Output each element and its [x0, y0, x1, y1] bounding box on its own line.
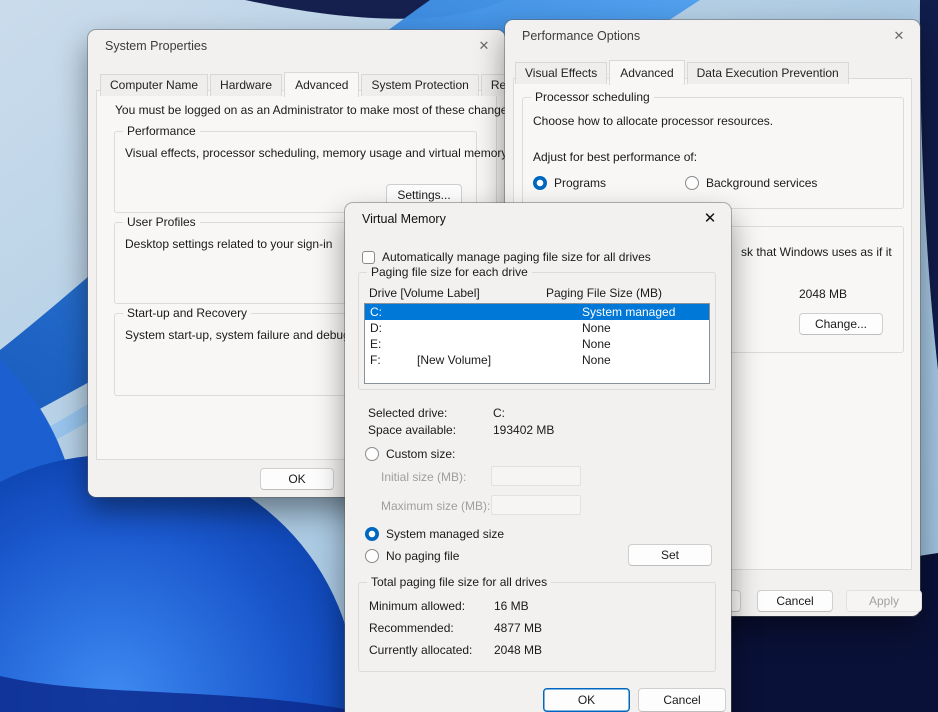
- space-available-value: 193402 MB: [493, 423, 554, 437]
- initial-size-label: Initial size (MB):: [381, 470, 466, 484]
- tab-visual-effects[interactable]: Visual Effects: [515, 62, 607, 84]
- radio-unselected-icon: [365, 549, 379, 563]
- system-managed-label: System managed size: [386, 527, 504, 541]
- checkbox-unchecked-icon: [362, 251, 375, 264]
- drive-size: None: [582, 336, 611, 352]
- column-header-size: Paging File Size (MB): [546, 286, 662, 300]
- drive-letter: C:: [370, 304, 382, 320]
- no-paging-file-radio[interactable]: No paging file: [365, 549, 459, 563]
- user-profiles-description: Desktop settings related to your sign-in: [125, 237, 332, 251]
- close-icon[interactable]: ✕: [475, 37, 493, 55]
- system-properties-titlebar[interactable]: System Properties ✕: [88, 30, 505, 64]
- virtual-memory-dialog: Virtual Memory ✕ Automatically manage pa…: [345, 203, 731, 712]
- maximum-size-label: Maximum size (MB):: [381, 499, 490, 513]
- drive-row-e[interactable]: E: None: [365, 336, 709, 352]
- radio-selected-icon: [533, 176, 547, 190]
- programs-radio[interactable]: Programs: [533, 176, 606, 190]
- tab-system-protection[interactable]: System Protection: [361, 74, 478, 96]
- cancel-button[interactable]: Cancel: [638, 688, 726, 712]
- virtual-memory-titlebar[interactable]: Virtual Memory ✕: [345, 203, 731, 237]
- space-available-label: Space available:: [368, 423, 456, 437]
- performance-group-label: Performance: [123, 124, 200, 138]
- cancel-button[interactable]: Cancel: [757, 590, 833, 612]
- recommended-label: Recommended:: [369, 621, 454, 635]
- tab-advanced[interactable]: Advanced: [284, 72, 359, 97]
- currently-allocated-label: Currently allocated:: [369, 643, 472, 657]
- radio-unselected-icon: [685, 176, 699, 190]
- virtual-memory-description-fragment: sk that Windows uses as if it: [741, 245, 892, 259]
- auto-manage-checkbox[interactable]: Automatically manage paging file size fo…: [362, 250, 651, 264]
- radio-unselected-icon: [365, 447, 379, 461]
- total-paging-group: Total paging file size for all drives Mi…: [358, 582, 716, 672]
- processor-scheduling-label: Processor scheduling: [531, 90, 654, 104]
- selected-drive-value: C:: [493, 406, 505, 420]
- system-properties-tabs: Computer Name Hardware Advanced System P…: [100, 70, 545, 95]
- custom-size-label: Custom size:: [386, 447, 455, 461]
- processor-scheduling-description: Choose how to allocate processor resourc…: [533, 114, 773, 128]
- drive-size: None: [582, 352, 611, 368]
- custom-size-radio[interactable]: Custom size:: [365, 447, 455, 461]
- adjust-performance-label: Adjust for best performance of:: [533, 150, 697, 164]
- minimum-allowed-value: 16 MB: [494, 599, 529, 613]
- desktop: System Properties ✕ Computer Name Hardwa…: [0, 0, 938, 712]
- tab-hardware[interactable]: Hardware: [210, 74, 282, 96]
- set-button[interactable]: Set: [628, 544, 712, 566]
- drive-size: None: [582, 320, 611, 336]
- paging-file-total-value: 2048 MB: [799, 287, 847, 301]
- ok-button[interactable]: OK: [260, 468, 334, 490]
- startup-recovery-group-label: Start-up and Recovery: [123, 306, 251, 320]
- startup-recovery-description: System start-up, system failure and debu…: [125, 328, 372, 342]
- close-icon[interactable]: ✕: [890, 27, 908, 45]
- window-title: Performance Options: [522, 29, 640, 43]
- drive-letter: F:: [370, 352, 381, 368]
- paging-file-group: Paging file size for each drive Drive [V…: [358, 272, 716, 390]
- drive-row-d[interactable]: D: None: [365, 320, 709, 336]
- currently-allocated-value: 2048 MB: [494, 643, 542, 657]
- window-title: Virtual Memory: [362, 212, 446, 226]
- user-profiles-group-label: User Profiles: [123, 215, 200, 229]
- maximum-size-input: [491, 495, 581, 515]
- column-header-drive: Drive [Volume Label]: [369, 286, 480, 300]
- drive-letter: D:: [370, 320, 382, 336]
- admin-note: You must be logged on as an Administrato…: [115, 103, 517, 117]
- auto-manage-label: Automatically manage paging file size fo…: [382, 250, 651, 264]
- programs-radio-label: Programs: [554, 176, 606, 190]
- performance-group: Performance Visual effects, processor sc…: [114, 131, 477, 213]
- minimum-allowed-label: Minimum allowed:: [369, 599, 465, 613]
- recommended-value: 4877 MB: [494, 621, 542, 635]
- paging-file-group-label: Paging file size for each drive: [367, 265, 532, 279]
- drive-row-f[interactable]: F: [New Volume] None: [365, 352, 709, 368]
- initial-size-input: [491, 466, 581, 486]
- background-services-radio[interactable]: Background services: [685, 176, 817, 190]
- change-button[interactable]: Change...: [799, 313, 883, 335]
- background-services-radio-label: Background services: [706, 176, 817, 190]
- close-icon[interactable]: ✕: [701, 210, 719, 228]
- performance-options-titlebar[interactable]: Performance Options ✕: [505, 20, 920, 54]
- tab-data-execution-prevention[interactable]: Data Execution Prevention: [687, 62, 849, 84]
- window-title: System Properties: [105, 39, 207, 53]
- selected-drive-label: Selected drive:: [368, 406, 447, 420]
- drive-volume: [New Volume]: [417, 352, 491, 368]
- performance-options-tabs: Visual Effects Advanced Data Execution P…: [515, 58, 851, 83]
- total-paging-group-label: Total paging file size for all drives: [367, 575, 551, 589]
- tab-advanced[interactable]: Advanced: [609, 60, 684, 85]
- apply-button: Apply: [846, 590, 922, 612]
- processor-scheduling-group: Processor scheduling Choose how to alloc…: [522, 97, 904, 209]
- system-managed-radio[interactable]: System managed size: [365, 527, 504, 541]
- no-paging-file-label: No paging file: [386, 549, 459, 563]
- drive-row-c[interactable]: C: System managed: [365, 304, 709, 320]
- tab-computer-name[interactable]: Computer Name: [100, 74, 208, 96]
- drive-list[interactable]: C: System managed D: None E: None F: [Ne…: [364, 303, 710, 384]
- drive-letter: E:: [370, 336, 381, 352]
- performance-description: Visual effects, processor scheduling, me…: [125, 146, 507, 160]
- ok-button[interactable]: OK: [543, 688, 630, 712]
- drive-size: System managed: [582, 304, 675, 320]
- radio-selected-icon: [365, 527, 379, 541]
